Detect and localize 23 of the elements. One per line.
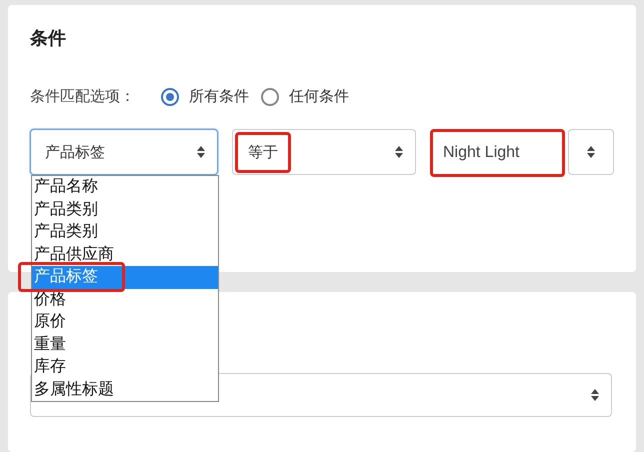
radio-option[interactable]: 任何条件: [261, 87, 349, 106]
sort-arrows-icon: [197, 146, 205, 158]
dropdown-option[interactable]: 多属性标题: [32, 378, 218, 401]
dropdown-option[interactable]: 重量: [32, 334, 218, 356]
card-title: 条件: [30, 27, 67, 50]
dropdown-option[interactable]: 库存: [32, 356, 218, 378]
value-input-field[interactable]: Night Light: [430, 129, 565, 177]
dropdown-option[interactable]: 产品供应商: [32, 244, 218, 266]
sort-arrows-icon: [591, 389, 599, 401]
field-select[interactable]: 产品标签: [30, 129, 218, 175]
dropdown-option[interactable]: 产品类别: [32, 198, 218, 221]
radio-icon[interactable]: [161, 88, 179, 106]
match-option-label: 条件匹配选项：: [30, 87, 135, 106]
dropdown-option[interactable]: 产品名称: [32, 176, 218, 198]
dropdown-option[interactable]: 产品类别: [32, 221, 218, 244]
radio-icon[interactable]: [261, 88, 279, 106]
dropdown-option[interactable]: 价格: [32, 288, 218, 311]
sort-arrows-icon: [587, 146, 595, 158]
dropdown-option[interactable]: 产品标签: [32, 266, 218, 288]
radio-option[interactable]: 所有条件: [161, 87, 249, 106]
dropdown-option[interactable]: 原价: [32, 311, 218, 334]
operator-select[interactable]: 等于: [232, 129, 416, 175]
sort-arrows-icon: [395, 146, 403, 158]
